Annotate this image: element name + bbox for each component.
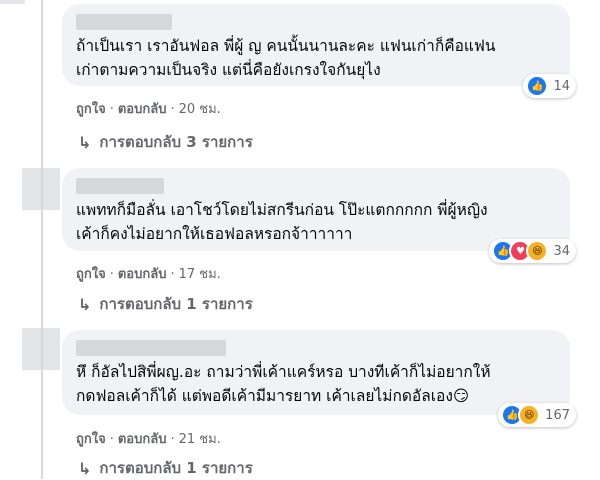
view-replies-link[interactable]: ↳ การตอบกลับ 1 รายการ [78, 456, 253, 480]
comment-bubble: หึ ก็อัลไปสิพี่ผญ.อะ ถามว่าพี่เค้าแคร์หร… [62, 330, 576, 427]
view-replies-link[interactable]: ↳ การตอบกลับ 3 รายการ [78, 130, 253, 154]
avatar-redacted[interactable] [22, 168, 60, 210]
reaction-count: 34 [553, 243, 570, 259]
comment-actions: ถูกใจ · ตอบกลับ · 21 ชม. [76, 428, 221, 449]
like-button[interactable]: ถูกใจ [76, 432, 106, 447]
thread-connector [0, 0, 25, 4]
comment-text: แพททก็มือลั่น เอาโชว์โดยไม่สกรีนก่อน โป๊… [76, 198, 560, 246]
comment-actions: ถูกใจ · ตอบกลับ · 20 ชม. [76, 98, 221, 119]
comment-time[interactable]: 21 ชม. [179, 432, 221, 447]
replies-count-label: การตอบกลับ 1 รายการ [99, 295, 253, 313]
avatar-redacted[interactable] [22, 328, 60, 370]
comment-line: กดฟอลเค้าก็ได้ แต่พอดีเค้ามีมารยาท เค้าเ… [76, 387, 470, 405]
commenter-name-redacted[interactable] [76, 14, 172, 30]
reply-button[interactable]: ตอบกลับ [118, 267, 167, 282]
commenter-name-redacted[interactable] [76, 340, 226, 356]
comment-line: ถ้าเป็นเรา เราอันฟอล พี่ผู้ ญ คนนั้นนานล… [76, 37, 496, 55]
reply-button[interactable]: ตอบกลับ [118, 102, 167, 117]
comment-time[interactable]: 20 ชม. [179, 102, 221, 117]
like-button[interactable]: ถูกใจ [76, 267, 106, 282]
comment-line: เก่าตามความเป็นจริง แต่นี่คือยังเกรงใจกั… [76, 61, 381, 79]
separator-dot: · [109, 432, 114, 447]
separator-dot: · [170, 267, 175, 282]
replies-count-label: การตอบกลับ 1 รายการ [99, 459, 253, 477]
reply-arrow-icon: ↳ [78, 132, 92, 152]
thread-line [41, 0, 43, 479]
comment-line: แพททก็มือลั่น เอาโชว์โดยไม่สกรีนก่อน โป๊… [76, 201, 488, 219]
comment-bubble: ถ้าเป็นเรา เราอันฟอล พี่ผู้ ญ คนนั้นนานล… [62, 4, 576, 98]
reaction-summary[interactable]: 👍 ♥ 😆 34 [489, 239, 576, 263]
reply-arrow-icon: ↳ [78, 458, 92, 478]
reaction-count: 167 [545, 407, 570, 423]
comment-line: เค้าก็คงไม่อยากให้เธอฟอลหรอกจ้าาาาาา [76, 225, 353, 243]
separator-dot: · [109, 267, 114, 282]
comment-time[interactable]: 17 ชม. [179, 267, 221, 282]
separator-dot: · [170, 102, 175, 117]
reaction-count: 14 [553, 78, 570, 94]
separator-dot: · [109, 102, 114, 117]
comment-line: หึ ก็อัลไปสิพี่ผญ.อะ ถามว่าพี่เค้าแคร์หร… [76, 363, 491, 381]
view-replies-link[interactable]: ↳ การตอบกลับ 1 รายการ [78, 292, 253, 316]
separator-dot: · [170, 432, 175, 447]
replies-count-label: การตอบกลับ 3 รายการ [99, 133, 253, 151]
comment-text: หึ ก็อัลไปสิพี่ผญ.อะ ถามว่าพี่เค้าแคร์หร… [76, 360, 560, 408]
comment-actions: ถูกใจ · ตอบกลับ · 17 ชม. [76, 263, 221, 284]
comment-text: ถ้าเป็นเรา เราอันฟอล พี่ผู้ ญ คนนั้นนานล… [76, 34, 560, 82]
reaction-summary[interactable]: 👍 😆 167 [498, 403, 576, 427]
commenter-name-redacted[interactable] [76, 178, 164, 194]
like-icon: 👍 [526, 75, 549, 97]
reaction-summary[interactable]: 👍 14 [523, 74, 576, 98]
haha-icon: 😆 [526, 240, 549, 262]
haha-icon: 😆 [518, 404, 541, 426]
reply-arrow-icon: ↳ [78, 294, 92, 314]
comment-bubble: แพททก็มือลั่น เอาโชว์โดยไม่สกรีนก่อน โป๊… [62, 168, 576, 263]
reply-button[interactable]: ตอบกลับ [118, 432, 167, 447]
like-button[interactable]: ถูกใจ [76, 102, 106, 117]
